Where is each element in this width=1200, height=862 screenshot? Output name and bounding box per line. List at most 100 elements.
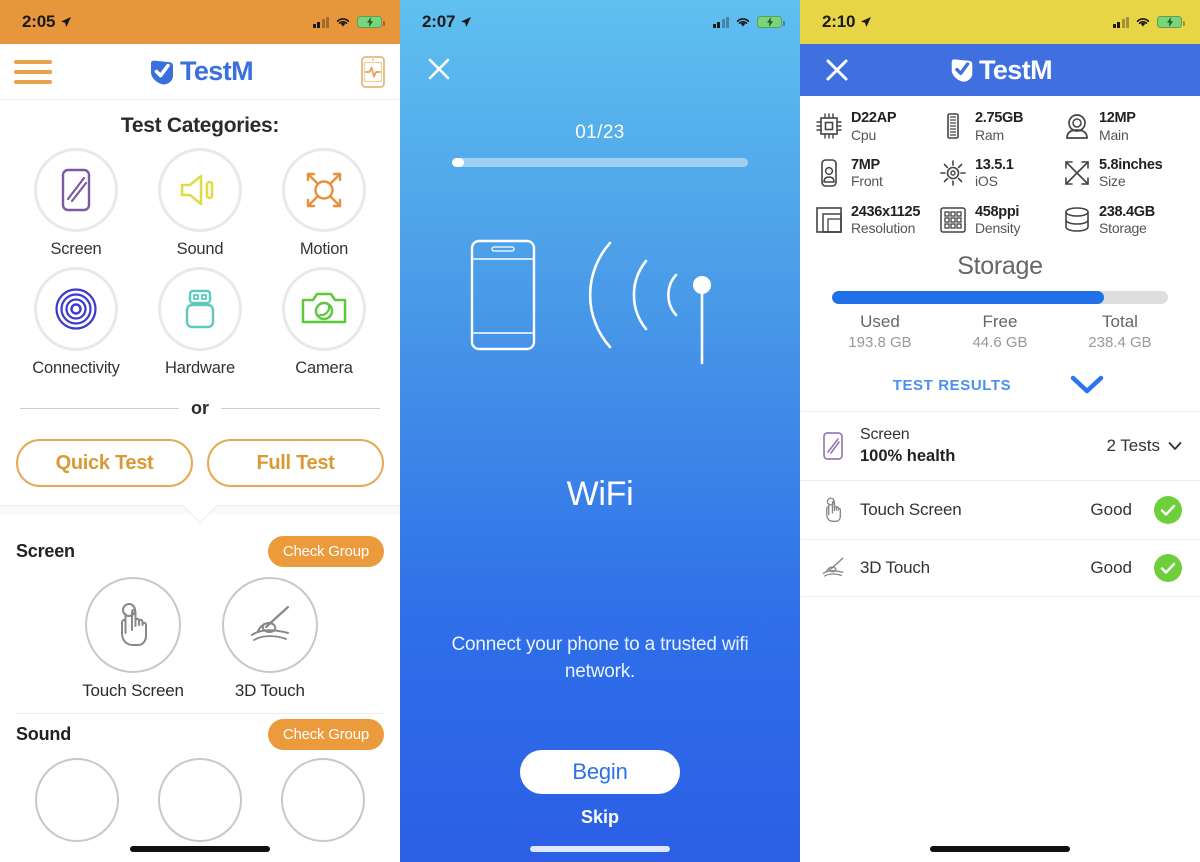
wifi-icon: [1136, 18, 1150, 27]
test-icon-wrap[interactable]: [157, 758, 242, 842]
spec-key: iOS: [975, 173, 998, 190]
section-notch-divider: [0, 486, 400, 531]
category-icon-wrap: [34, 148, 118, 232]
progress-fill: [452, 158, 464, 167]
status-bar-panel2: 2:07: [400, 0, 800, 44]
progress-label: 01/23: [575, 122, 625, 143]
test-icon-wrap[interactable]: [280, 758, 365, 842]
category-label: Screen: [50, 240, 102, 258]
group-name: Screen: [16, 540, 75, 561]
spec-density: 458ppi Density: [938, 204, 1062, 237]
close-x-icon[interactable]: [824, 57, 850, 83]
storage-bar: [832, 291, 1168, 305]
status-left: 2:07: [422, 12, 472, 32]
spec-storage: 238.4GB Storage: [1062, 204, 1186, 237]
test-buttons: Quick Test Full Test: [0, 419, 400, 487]
result-row-touch-screen[interactable]: Touch Screen Good: [800, 480, 1200, 539]
status-time: 2:07: [422, 12, 456, 31]
spec-key: Storage: [1099, 220, 1147, 237]
test-label: 3D Touch: [234, 681, 305, 700]
status-time: 2:05: [22, 12, 56, 31]
test-description: Connect your phone to a trusted wifi net…: [451, 634, 749, 682]
wifi-icon: [736, 18, 750, 27]
category-screen[interactable]: Screen: [14, 148, 138, 259]
spec-value: 238.4GB: [1099, 203, 1155, 220]
test-touch-screen[interactable]: Touch Screen: [82, 577, 184, 701]
touch-hand-icon: [826, 497, 842, 523]
test-results-toggle[interactable]: TEST RESULTS: [800, 373, 1200, 411]
spec-ram: 2.75GB Ram: [938, 110, 1062, 143]
panel-device-report: 2:10 TestM D22AP Cpu 2.75GB Ram 12MP Mai…: [800, 0, 1200, 862]
screen-icon: [823, 432, 843, 461]
result-group-right[interactable]: 2 Tests: [1106, 436, 1182, 456]
check-group-button[interactable]: Check Group: [267, 718, 384, 750]
group-header: Sound Check Group: [16, 714, 384, 754]
storage-used: Used 193.8 GB: [820, 312, 940, 351]
test-3d-touch[interactable]: 3D Touch: [221, 577, 318, 701]
device-pulse-icon[interactable]: [360, 55, 386, 89]
spec-text: 12MP Main: [1099, 110, 1136, 143]
spec-value: 7MP: [851, 156, 880, 173]
status-right: [712, 16, 785, 28]
test-results-link[interactable]: TEST RESULTS: [893, 377, 1012, 394]
full-test-button[interactable]: Full Test: [207, 439, 384, 487]
front-camera-icon: [821, 159, 837, 187]
wifi-signal-icon: [470, 239, 711, 365]
hamburger-menu-icon[interactable]: [14, 59, 52, 84]
battery-icon: [757, 16, 785, 28]
begin-button[interactable]: Begin: [520, 750, 680, 794]
category-connectivity[interactable]: Connectivity: [14, 267, 138, 378]
status-bar-panel1: 2:05: [0, 0, 400, 44]
storage-total: Total 238.4 GB: [1060, 312, 1180, 351]
category-icon-wrap: [282, 148, 366, 232]
cpu-chip-icon: [816, 113, 842, 140]
category-label: Hardware: [165, 359, 235, 377]
spec-size: 5.8inches Size: [1062, 157, 1186, 190]
test-icon-wrap: [221, 577, 318, 673]
spec-front-camera: 7MP Front: [814, 157, 938, 190]
wifi-icon: [336, 18, 350, 27]
camera-icon: [301, 292, 347, 324]
chevron-down-icon[interactable]: [1168, 441, 1182, 451]
quick-test-button[interactable]: Quick Test: [16, 439, 193, 487]
hardware-icon: [185, 289, 215, 329]
signal-icon: [712, 16, 729, 28]
result-row-status: Good: [1090, 500, 1132, 520]
home-indicator: [530, 846, 670, 852]
skip-button[interactable]: Skip: [400, 807, 800, 828]
category-label: Sound: [176, 240, 224, 258]
list-end-separator: [800, 596, 1200, 598]
category-camera[interactable]: Camera: [262, 267, 386, 378]
result-group-screen[interactable]: Screen 100% health 2 Tests: [800, 411, 1200, 480]
home-indicator: [930, 846, 1070, 852]
test-icon-wrap: [85, 577, 181, 673]
touch-hand-icon: [121, 603, 147, 646]
category-icon-wrap: [158, 148, 242, 232]
battery-icon: [357, 16, 385, 28]
main-camera-icon: [1066, 114, 1088, 140]
app-logo-text: TestM: [179, 56, 254, 86]
category-hardware[interactable]: Hardware: [138, 267, 262, 378]
category-motion[interactable]: Motion: [262, 148, 386, 259]
chevron-down-icon[interactable]: [1067, 373, 1107, 397]
group-tests-partial: [16, 758, 384, 842]
result-row-3d-touch[interactable]: 3D Touch Good: [800, 539, 1200, 596]
category-sound[interactable]: Sound: [138, 148, 262, 259]
group-section-sound: Sound Check Group: [0, 714, 400, 842]
spec-text: D22AP Cpu: [851, 110, 897, 143]
location-arrow-icon: [861, 17, 872, 27]
result-group-health: 100% health: [860, 447, 956, 466]
signal-icon: [312, 16, 329, 28]
spec-cpu: D22AP Cpu: [814, 110, 938, 143]
result-icon-wrap: [818, 495, 848, 525]
test-icon-wrap[interactable]: [35, 758, 120, 842]
check-badge-icon: [1154, 554, 1182, 583]
spec-text: 7MP Front: [851, 157, 883, 190]
wifi-illustration: [400, 223, 800, 403]
diagonal-size-icon: [1065, 161, 1089, 185]
spec-value: 5.8inches: [1099, 156, 1163, 173]
check-group-button[interactable]: Check Group: [267, 535, 384, 567]
result-icon-wrap: [818, 431, 848, 461]
divider-line-left: [20, 408, 179, 409]
screen-icon: [61, 168, 91, 212]
